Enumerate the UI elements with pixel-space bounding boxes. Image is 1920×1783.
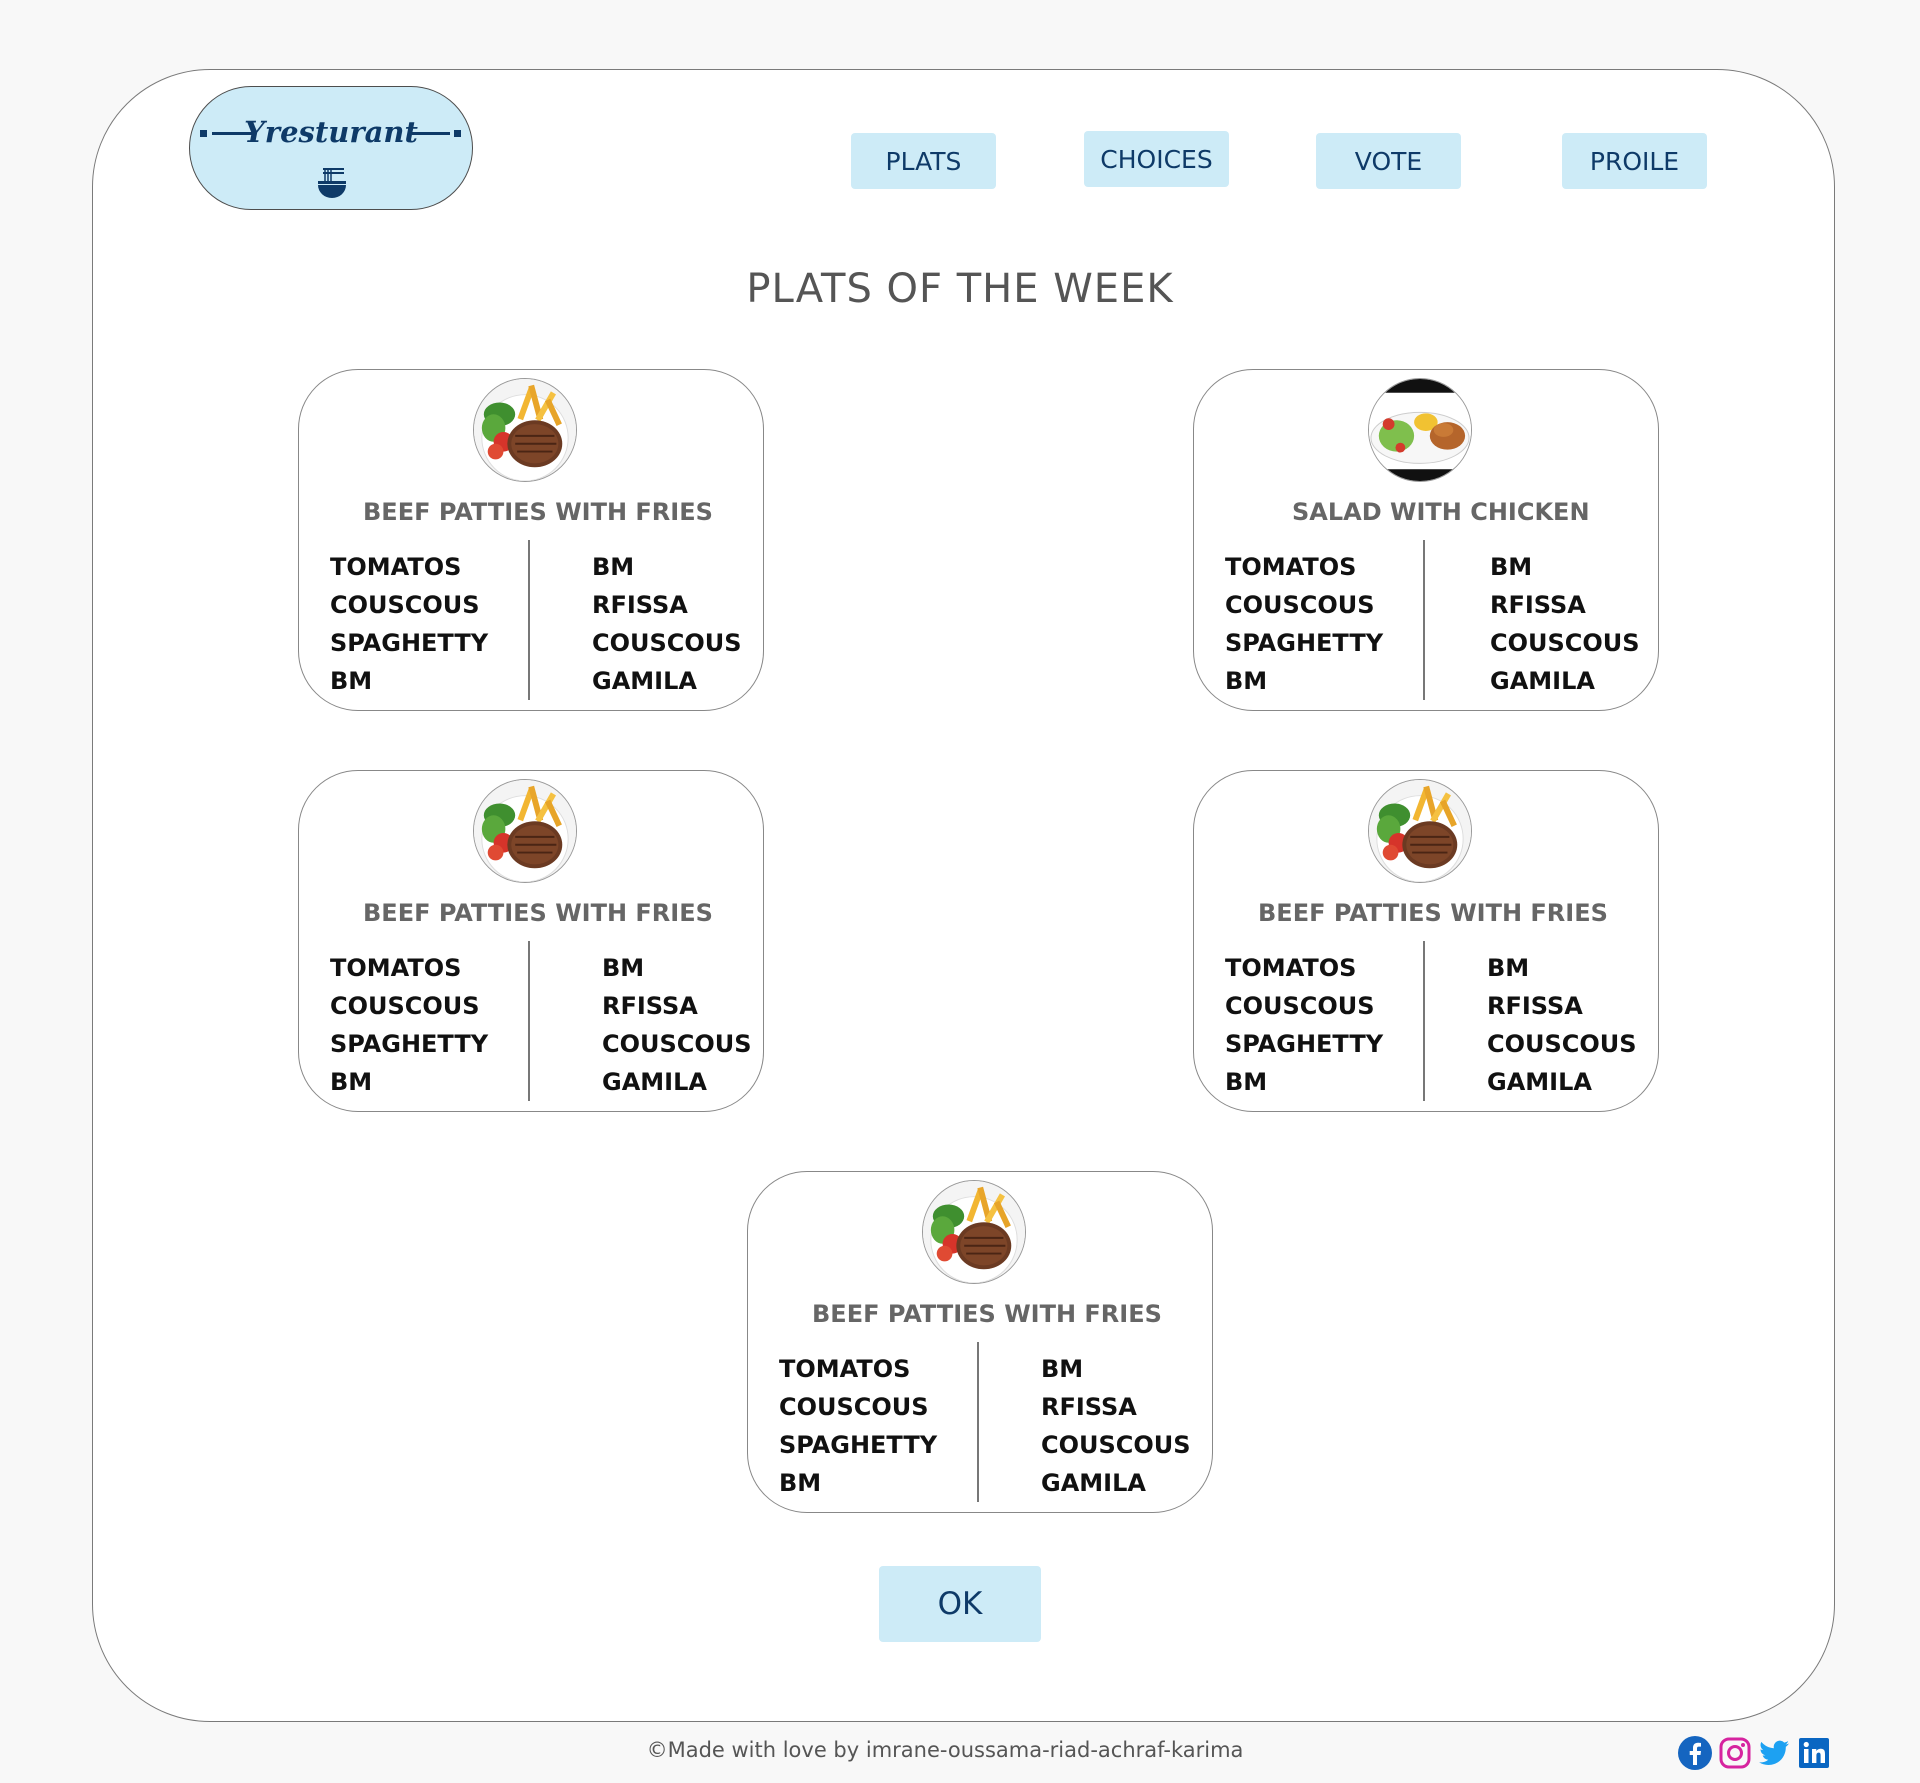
list-item: BM <box>1490 553 1533 581</box>
logo-dot-right <box>454 130 461 137</box>
plat-card-1[interactable]: BEEF PATTIES WITH FRIES TOMATOS COUSCOUS… <box>298 369 764 711</box>
plat-card-3[interactable]: BEEF PATTIES WITH FRIES TOMATOS COUSCOUS… <box>298 770 764 1112</box>
list-item: RFISSA <box>1041 1393 1137 1421</box>
ok-button[interactable]: OK <box>879 1566 1041 1642</box>
plat-card-2[interactable]: SALAD WITH CHICKEN TOMATOS COUSCOUS SPAG… <box>1193 369 1659 711</box>
list-item: TOMATOS <box>1225 954 1357 982</box>
list-item: GAMILA <box>602 1068 707 1096</box>
plat-list-left: TOMATOS COUSCOUS SPAGHETTY BM <box>330 949 488 1101</box>
list-item: BM <box>1225 667 1268 695</box>
list-item: BM <box>592 553 635 581</box>
plat-list-right: BM RFISSA COUSCOUS GAMILA <box>1041 1350 1191 1502</box>
list-item: BM <box>1225 1068 1268 1096</box>
list-item: BM <box>1041 1355 1084 1383</box>
list-item: COUSCOUS <box>1490 629 1640 657</box>
facebook-icon[interactable] <box>1678 1736 1712 1770</box>
list-item: GAMILA <box>592 667 697 695</box>
list-item: COUSCOUS <box>1225 591 1375 619</box>
plat-list-left: TOMATOS COUSCOUS SPAGHETTY BM <box>1225 548 1383 700</box>
list-item: SPAGHETTY <box>1225 629 1384 657</box>
list-item: TOMATOS <box>1225 553 1357 581</box>
list-item: GAMILA <box>1490 667 1595 695</box>
salad-chicken-image <box>1368 378 1472 482</box>
column-divider <box>977 1342 979 1502</box>
list-item: RFISSA <box>1490 591 1586 619</box>
list-item: SPAGHETTY <box>330 1030 489 1058</box>
plat-title: BEEF PATTIES WITH FRIES <box>363 899 713 927</box>
list-item: TOMATOS <box>779 1355 911 1383</box>
plat-list-left: TOMATOS COUSCOUS SPAGHETTY BM <box>330 548 488 700</box>
list-item: TOMATOS <box>330 553 462 581</box>
beef-patties-image <box>1368 779 1472 883</box>
instagram-icon[interactable] <box>1718 1736 1752 1770</box>
plat-list-left: TOMATOS COUSCOUS SPAGHETTY BM <box>1225 949 1383 1101</box>
list-item: BM <box>602 954 645 982</box>
list-item: COUSCOUS <box>330 992 480 1020</box>
list-item: RFISSA <box>602 992 698 1020</box>
list-item: COUSCOUS <box>1225 992 1375 1020</box>
list-item: COUSCOUS <box>779 1393 929 1421</box>
list-item: BM <box>330 667 373 695</box>
twitter-icon[interactable] <box>1757 1736 1791 1770</box>
plat-list-right: BM RFISSA COUSCOUS GAMILA <box>602 949 752 1101</box>
column-divider <box>528 941 530 1101</box>
list-item: RFISSA <box>1487 992 1583 1020</box>
list-item: COUSCOUS <box>592 629 742 657</box>
linkedin-icon[interactable] <box>1797 1736 1831 1770</box>
nav-plats-button[interactable]: PLATS <box>851 133 996 189</box>
list-item: COUSCOUS <box>602 1030 752 1058</box>
list-item: SPAGHETTY <box>779 1431 938 1459</box>
plat-title: BEEF PATTIES WITH FRIES <box>363 498 713 526</box>
plat-card-5[interactable]: BEEF PATTIES WITH FRIES TOMATOS COUSCOUS… <box>747 1171 1213 1513</box>
nav-choices-button[interactable]: CHOICES <box>1084 131 1229 187</box>
list-item: GAMILA <box>1487 1068 1592 1096</box>
column-divider <box>1423 540 1425 700</box>
list-item: RFISSA <box>592 591 688 619</box>
nav-vote-button[interactable]: VOTE <box>1316 133 1461 189</box>
list-item: COUSCOUS <box>1041 1431 1191 1459</box>
beef-patties-image <box>473 779 577 883</box>
beef-patties-image <box>473 378 577 482</box>
plat-list-right: BM RFISSA COUSCOUS GAMILA <box>1490 548 1640 700</box>
plat-list-left: TOMATOS COUSCOUS SPAGHETTY BM <box>779 1350 937 1502</box>
column-divider <box>1423 941 1425 1101</box>
list-item: GAMILA <box>1041 1469 1146 1497</box>
list-item: SPAGHETTY <box>1225 1030 1384 1058</box>
list-item: TOMATOS <box>330 954 462 982</box>
list-item: BM <box>779 1469 822 1497</box>
plat-title: BEEF PATTIES WITH FRIES <box>1258 899 1608 927</box>
logo-dash-right <box>412 132 450 135</box>
list-item: SPAGHETTY <box>330 629 489 657</box>
plat-title: BEEF PATTIES WITH FRIES <box>812 1300 1162 1328</box>
noodle-bowl-icon <box>315 165 349 199</box>
list-item: COUSCOUS <box>330 591 480 619</box>
column-divider <box>528 540 530 700</box>
list-item: BM <box>1487 954 1530 982</box>
page-title: PLATS OF THE WEEK <box>746 266 1174 312</box>
plat-list-right: BM RFISSA COUSCOUS GAMILA <box>592 548 742 700</box>
plat-card-4[interactable]: BEEF PATTIES WITH FRIES TOMATOS COUSCOUS… <box>1193 770 1659 1112</box>
list-item: BM <box>330 1068 373 1096</box>
beef-patties-image <box>922 1180 1026 1284</box>
nav-profile-button[interactable]: PROILE <box>1562 133 1707 189</box>
plat-list-right: BM RFISSA COUSCOUS GAMILA <box>1487 949 1637 1101</box>
plat-title: SALAD WITH CHICKEN <box>1292 498 1590 526</box>
logo[interactable]: Yresturant <box>189 86 473 210</box>
list-item: COUSCOUS <box>1487 1030 1637 1058</box>
footer-credits: ©Made with love by imrane-oussama-riad-a… <box>646 1738 1244 1762</box>
